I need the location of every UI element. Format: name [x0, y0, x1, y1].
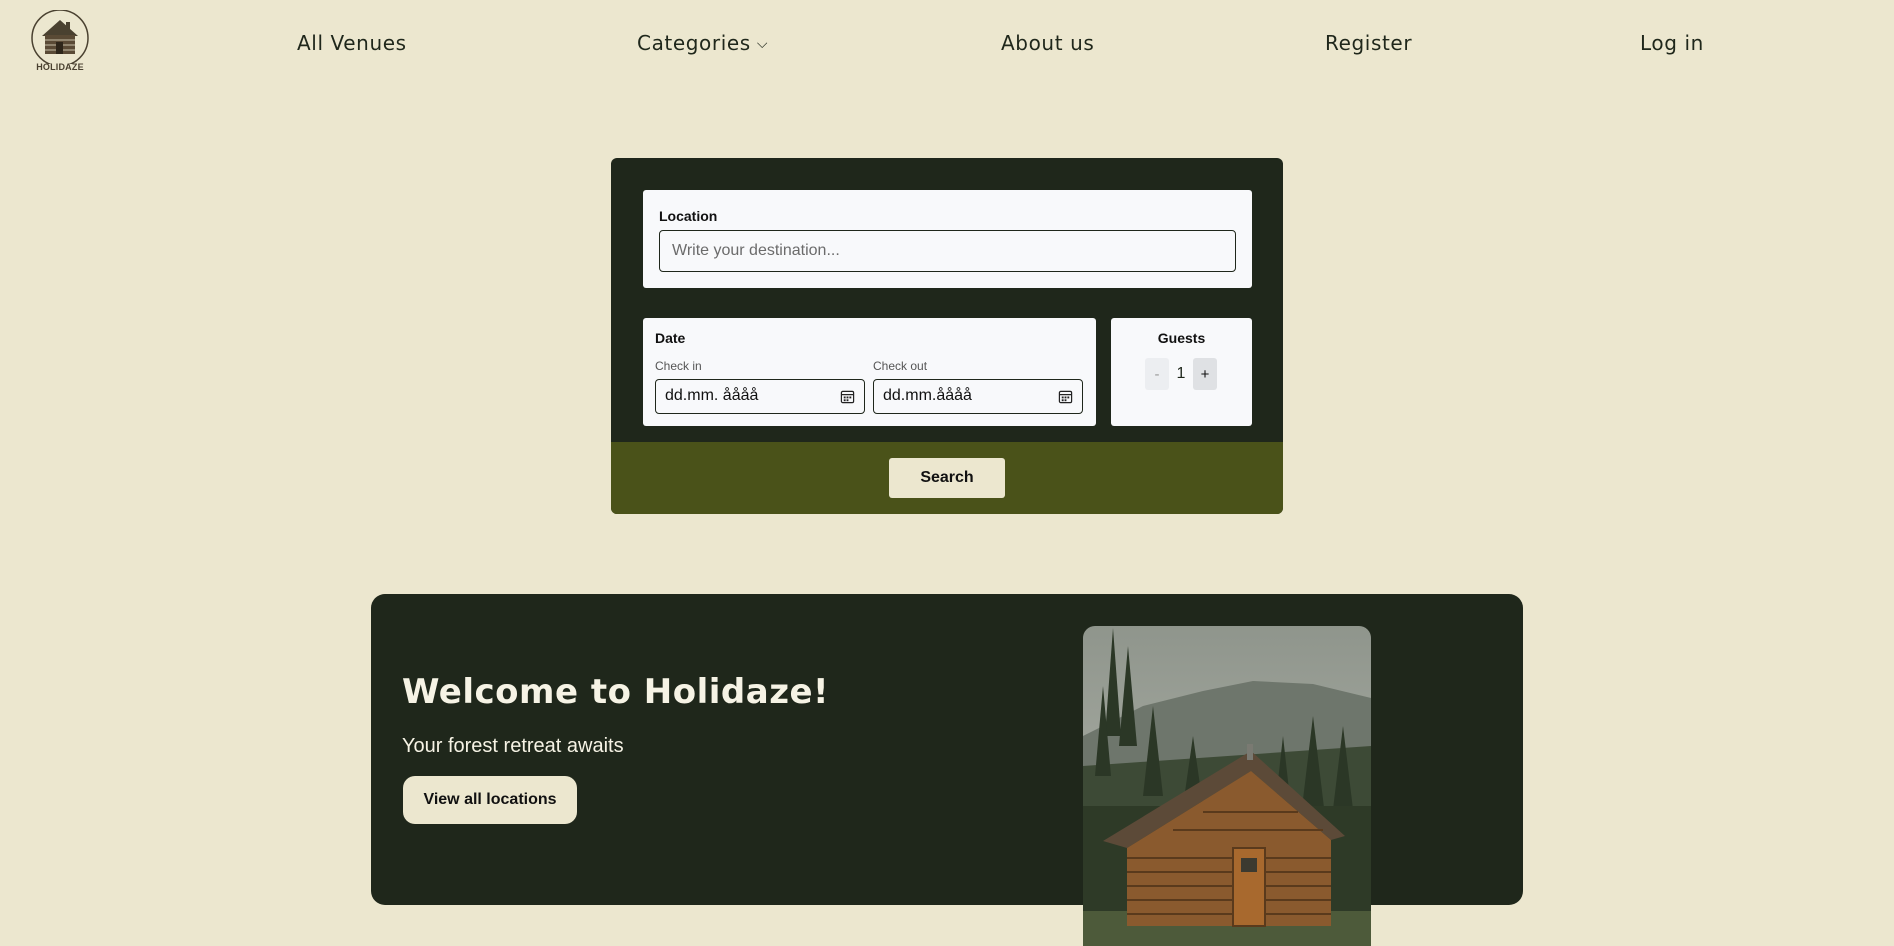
date-panel: Date Check in Check out dd.mm. åååå dd.m…: [643, 318, 1096, 426]
calendar-icon[interactable]: [840, 389, 855, 404]
nav-all-venues[interactable]: All Venues: [297, 31, 407, 55]
guests-panel: Guests - 1 +: [1111, 318, 1252, 426]
logo-text: HOLIDAZE: [36, 62, 84, 72]
top-navigation: HOLIDAZE All Venues Categories ⌵ About us…: [0, 0, 1894, 90]
nav-log-in[interactable]: Log in: [1640, 31, 1704, 55]
checkin-date-value: dd.mm. åååå: [665, 387, 759, 404]
location-panel: Location: [643, 190, 1252, 288]
guests-count: 1: [1176, 365, 1186, 382]
date-label: Date: [655, 330, 686, 346]
cabin-image: [1083, 626, 1371, 946]
checkin-label: Check in: [655, 359, 702, 373]
view-all-locations-button[interactable]: View all locations: [403, 776, 577, 824]
nav-categories-label: Categories: [637, 31, 751, 55]
cabin-photo: [1083, 626, 1371, 946]
cabin-logo-icon: [31, 10, 89, 64]
nav-categories[interactable]: Categories ⌵: [637, 31, 768, 55]
nav-about-us[interactable]: About us: [1001, 31, 1094, 55]
guests-decrement-button[interactable]: -: [1145, 358, 1169, 390]
guests-label: Guests: [1157, 330, 1206, 346]
location-label: Location: [659, 208, 718, 224]
checkout-label: Check out: [873, 359, 928, 373]
search-button[interactable]: Search: [889, 458, 1005, 498]
checkin-date-field[interactable]: dd.mm. åååå: [655, 379, 865, 414]
hero-title: Welcome to Holidaze!: [402, 672, 830, 712]
guests-increment-button[interactable]: +: [1193, 358, 1217, 390]
location-input[interactable]: [659, 230, 1236, 272]
holidaze-logo[interactable]: HOLIDAZE: [30, 10, 90, 74]
nav-register[interactable]: Register: [1325, 31, 1412, 55]
hero-subtitle: Your forest retreat awaits: [402, 735, 624, 757]
checkout-date-field[interactable]: dd.mm.åååå: [873, 379, 1083, 414]
calendar-icon[interactable]: [1058, 389, 1073, 404]
checkout-date-value: dd.mm.åååå: [883, 387, 972, 404]
chevron-down-icon: ⌵: [756, 36, 769, 52]
search-bar: Search: [611, 442, 1283, 514]
search-form: Location Date Check in Check out dd.mm. …: [611, 158, 1283, 514]
